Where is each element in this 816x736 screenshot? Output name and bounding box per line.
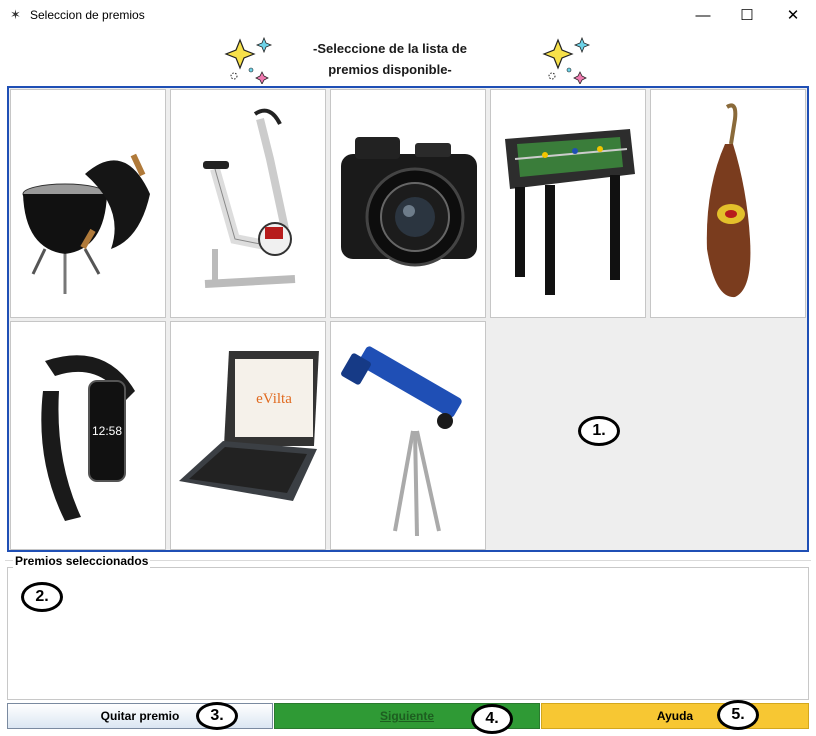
marker-5: 5. bbox=[717, 700, 759, 730]
band-time: 12:58 bbox=[92, 424, 122, 438]
ham-icon bbox=[706, 103, 751, 297]
selected-prizes-list[interactable] bbox=[7, 567, 809, 700]
instruction-heading: -Seleccione de la lista de premios dispo… bbox=[280, 38, 500, 80]
prize-tile-ham[interactable] bbox=[650, 89, 806, 318]
app-icon: ✶ bbox=[10, 7, 21, 22]
help-label: Ayuda bbox=[656, 709, 694, 723]
prize-tile-foosball[interactable] bbox=[490, 89, 646, 318]
telescope-icon bbox=[341, 345, 462, 536]
prize-tile-fitness-band[interactable]: 12:58 bbox=[10, 321, 166, 550]
prize-tile-exercise-bike[interactable] bbox=[170, 89, 326, 318]
exercise-bike-icon bbox=[203, 108, 296, 288]
header: -Seleccione de la lista de premios dispo… bbox=[0, 30, 816, 86]
instruction-line-2: premios disponible- bbox=[328, 62, 452, 77]
next-label: Siguiente bbox=[379, 709, 434, 723]
selected-prizes-panel: Premios seleccionados 2. bbox=[5, 554, 811, 700]
maximize-button[interactable]: ☐ bbox=[724, 0, 770, 30]
marker-4: 4. bbox=[471, 704, 513, 734]
minimize-icon: — bbox=[695, 6, 711, 24]
close-button[interactable]: ✕ bbox=[770, 0, 816, 30]
barbecue-grill-icon bbox=[22, 153, 150, 294]
sparkle-icon bbox=[542, 36, 591, 84]
sparkle-icon bbox=[224, 36, 273, 84]
prize-tile-tablet[interactable]: eVilta bbox=[170, 321, 326, 550]
minimize-button[interactable]: — bbox=[680, 0, 726, 30]
prize-tile-barbecue[interactable] bbox=[10, 89, 166, 318]
camera-icon bbox=[341, 136, 477, 266]
selected-prizes-legend: Premios seleccionados bbox=[13, 554, 151, 568]
title-bar: ✶ Seleccion de premios — ☐ ✕ bbox=[0, 0, 816, 30]
remove-prize-label: Quitar premio bbox=[100, 709, 180, 723]
foosball-table-icon bbox=[505, 128, 635, 295]
window-title: Seleccion de premios bbox=[30, 8, 145, 22]
prize-tile-camera[interactable] bbox=[330, 89, 486, 318]
instruction-line-1: -Seleccione de la lista de bbox=[313, 41, 467, 56]
help-button[interactable]: Ayuda bbox=[541, 703, 809, 729]
fitness-band-icon: 12:58 bbox=[41, 354, 135, 521]
prize-tile-telescope[interactable] bbox=[330, 321, 486, 550]
marker-2: 2. bbox=[21, 582, 63, 612]
close-icon: ✕ bbox=[786, 7, 800, 24]
prize-grid: 12:58 eVilta 1. bbox=[7, 86, 809, 552]
marker-1: 1. bbox=[578, 416, 620, 446]
marker-3: 3. bbox=[196, 702, 238, 730]
maximize-icon: ☐ bbox=[740, 7, 754, 24]
tablet-keyboard-icon: eVilta bbox=[179, 350, 319, 501]
tablet-brand: eVilta bbox=[256, 391, 292, 407]
